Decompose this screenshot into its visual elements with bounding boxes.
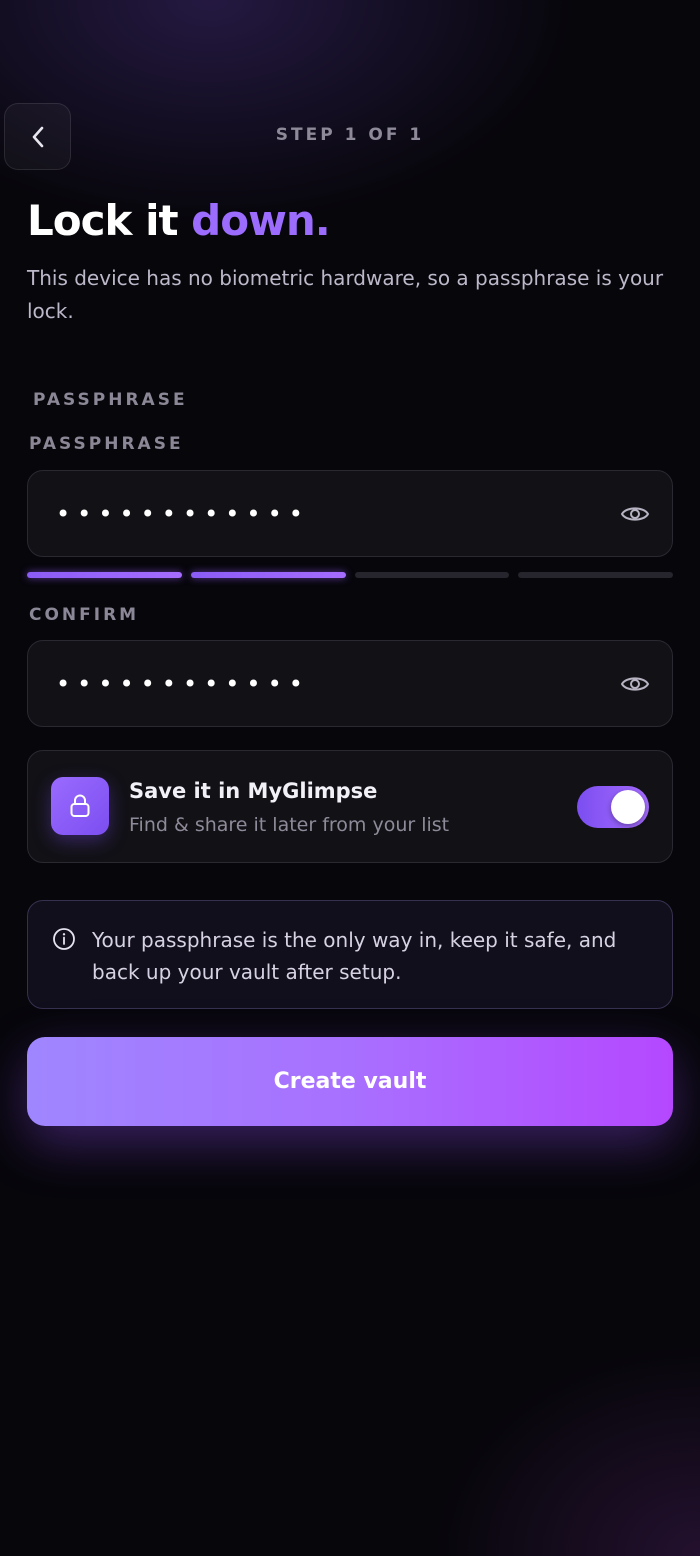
confirm-label: CONFIRM	[29, 605, 140, 625]
lock-icon	[51, 777, 109, 835]
confirm-input[interactable]: ••••••••••••	[27, 640, 673, 727]
save-toggle[interactable]	[577, 786, 649, 828]
save-option-title: Save it in MyGlimpse	[129, 779, 378, 803]
create-vault-button[interactable]: Create vault	[27, 1037, 673, 1126]
title-main: Lock it	[27, 196, 192, 245]
create-vault-label: Create vault	[273, 1069, 427, 1094]
title-accent: down.	[191, 196, 331, 245]
step-indicator: STEP 1 OF 1	[275, 125, 425, 145]
eye-icon[interactable]	[620, 673, 650, 695]
passphrase-label: PASSPHRASE	[29, 434, 184, 454]
strength-segment	[518, 572, 673, 578]
page-subtitle: This device has no biometric hardware, s…	[27, 266, 664, 323]
info-notice: Your passphrase is the only way in, keep…	[27, 900, 673, 1009]
page-title: Lock it down.	[27, 196, 331, 245]
passphrase-value: ••••••••••••	[56, 499, 310, 528]
section-label: PASSPHRASE	[33, 390, 188, 410]
strength-segment	[27, 572, 182, 578]
eye-icon[interactable]	[620, 503, 650, 525]
save-option-card: Save it in MyGlimpse Find & share it lat…	[27, 750, 673, 863]
strength-meter	[27, 572, 673, 578]
confirm-value: ••••••••••••	[56, 669, 310, 698]
info-icon	[52, 927, 76, 951]
info-text: Your passphrase is the only way in, keep…	[92, 928, 617, 984]
save-option-subtitle: Find & share it later from your list	[129, 814, 450, 836]
strength-segment	[354, 572, 510, 578]
toggle-knob	[611, 790, 645, 824]
passphrase-input[interactable]: ••••••••••••	[27, 470, 673, 557]
strength-segment	[190, 572, 346, 578]
